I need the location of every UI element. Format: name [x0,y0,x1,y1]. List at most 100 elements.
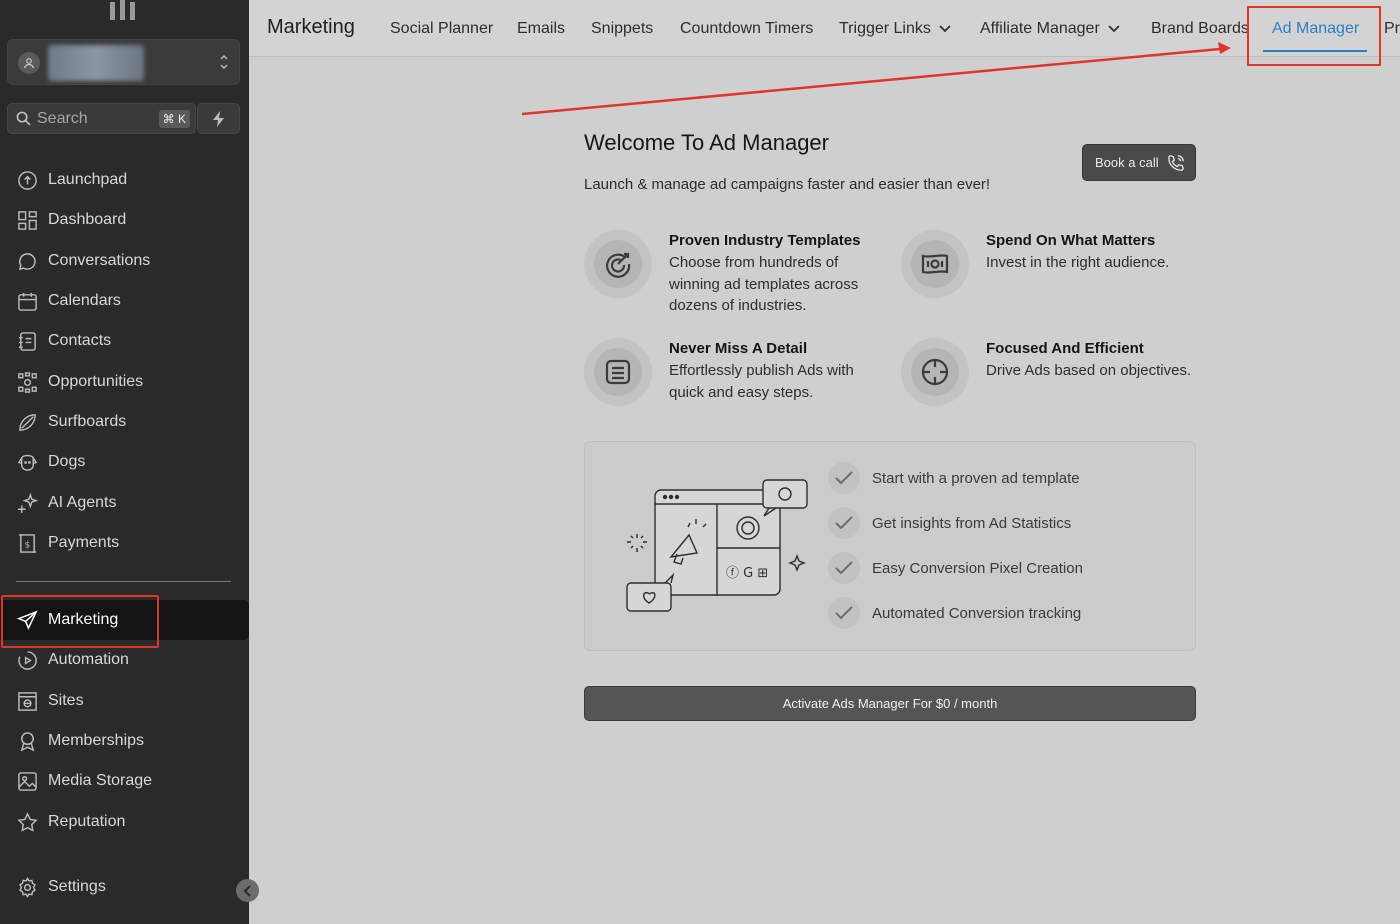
payments-icon: $ [18,533,37,553]
check-icon-badge [828,507,860,539]
feature-title: Focused And Efficient [986,340,1144,357]
search-icon [16,111,31,126]
sidebar-item-label: AI Agents [48,494,117,511]
search-box[interactable]: ⌘ K [7,103,196,134]
sidebar-item-conversations[interactable]: Conversations [0,241,249,281]
sidebar-item-ai-agents[interactable]: AI Agents [0,483,249,523]
sidebar-item-label: Payments [48,534,120,551]
feature-description: Effortlessly publish Ads with quick and … [669,362,854,401]
tab-trigger-links[interactable]: Trigger Links [839,20,951,38]
account-name-blurred [48,45,144,81]
tab-label: Brand Boards [1151,20,1249,37]
sidebar-item-label: Conversations [48,252,151,269]
page-title: Marketing [267,16,355,38]
sites-icon [18,691,37,711]
tab-affiliate-manager[interactable]: Affiliate Manager [980,20,1120,38]
sidebar-item-dogs[interactable]: Dogs [0,442,249,482]
sidebar-item-label: Contacts [48,332,112,349]
check-icon-badge [828,462,860,494]
check-icon [835,471,853,485]
book-call-button[interactable]: Book a call [1082,144,1196,181]
lightning-icon [212,110,224,127]
tab-label: Social Planner [390,20,494,37]
sidebar-item-label: Dashboard [48,211,127,228]
activate-ads-manager-button[interactable]: Activate Ads Manager For $0 / month [584,686,1196,721]
sidebar-item-label: Sites [48,692,84,709]
benefit-label: Easy Conversion Pixel Creation [872,559,1083,577]
tab-snippets[interactable]: Snippets [591,20,653,38]
calendar-icon [18,292,37,311]
sidebar-item-payments[interactable]: $ Payments [0,523,249,563]
sidebar-item-automation[interactable]: Automation [0,640,249,680]
sidebar-item-memberships[interactable]: Memberships [0,721,249,761]
sidebar: ⌘ K Launchpad Dashboard Conversations Ca… [0,0,249,924]
ad-manager-highlight-box [1247,6,1381,66]
tab-label: Countdown Timers [680,20,814,37]
feature-icon-inner [911,240,959,288]
sidebar-item-launchpad[interactable]: Launchpad [0,160,249,200]
sidebar-item-label: Automation [48,651,129,668]
welcome-subtitle: Launch & manage ad campaigns faster and … [584,176,991,193]
benefit-item: Start with a proven ad template [828,462,1080,494]
sidebar-item-sites[interactable]: Sites [0,681,249,721]
launchpad-icon [18,170,37,190]
sidebar-item-label: Calendars [48,292,121,309]
sidebar-item-settings[interactable]: Settings [0,867,249,907]
benefit-item: Easy Conversion Pixel Creation [828,552,1083,584]
check-icon [835,561,853,575]
sidebar-item-label: Memberships [48,732,145,749]
money-icon [921,254,949,274]
surfboard-icon [19,413,36,431]
phone-icon [1167,154,1184,171]
logo-icon [110,0,135,20]
chat-icon [18,252,36,270]
tab-label: Pr [1384,20,1400,37]
tab-emails[interactable]: Emails [517,20,565,38]
badge-icon [20,731,35,751]
sidebar-item-label: Surfboards [48,413,127,430]
crosshair-icon [921,358,949,386]
feature-title: Proven Industry Templates [669,232,861,249]
ad-campaign-illustration-icon: ⓕ G ⊞ [626,479,808,612]
tab-countdown-timers[interactable]: Countdown Timers [680,20,813,38]
quick-action-button[interactable] [197,103,240,134]
svg-text:$: $ [25,540,30,550]
feature-description: Invest in the right audience. [986,254,1170,271]
sidebar-item-opportunities[interactable]: Opportunities [0,362,249,402]
benefit-item: Get insights from Ad Statistics [828,507,1071,539]
sidebar-item-dashboard[interactable]: Dashboard [0,200,249,240]
feature-description: Choose from hundreds of winning ad templ… [669,254,859,314]
chevron-left-icon [243,884,251,897]
tab-more[interactable]: Pr [1384,20,1400,38]
collapse-sidebar-button[interactable] [236,879,259,902]
tab-label: Emails [517,20,566,37]
sparkle-icon [17,492,38,513]
sidebar-item-contacts[interactable]: Contacts [0,321,249,361]
gear-icon [19,876,36,898]
search-input[interactable] [37,109,147,128]
svg-text:ⓕ G ⊞: ⓕ G ⊞ [726,566,768,581]
sidebar-item-surfboards[interactable]: Surfboards [0,402,249,442]
chevron-updown-icon [220,55,228,69]
sidebar-item-label: Reputation [48,813,126,830]
sidebar-item-calendars[interactable]: Calendars [0,281,249,321]
opportunities-icon [18,371,37,393]
feature-icon-badge [584,230,652,298]
account-switcher[interactable] [7,39,240,85]
feature-icon-badge [901,338,969,406]
sidebar-item-media-storage[interactable]: Media Storage [0,761,249,801]
sidebar-item-label: Launchpad [48,171,128,188]
user-icon [18,52,40,74]
list-icon [605,359,631,385]
tab-label: Trigger Links [839,20,931,37]
feature-title: Spend On What Matters [986,232,1156,249]
tab-brand-boards[interactable]: Brand Boards [1151,20,1249,38]
sidebar-item-label: Media Storage [48,772,153,789]
sidebar-item-label: Dogs [48,453,86,470]
check-icon [835,606,853,620]
tab-social-planner[interactable]: Social Planner [390,20,493,38]
automation-icon [18,650,37,670]
dashboard-icon [18,210,37,230]
tab-label: Snippets [591,20,654,37]
sidebar-item-reputation[interactable]: Reputation [0,802,249,842]
